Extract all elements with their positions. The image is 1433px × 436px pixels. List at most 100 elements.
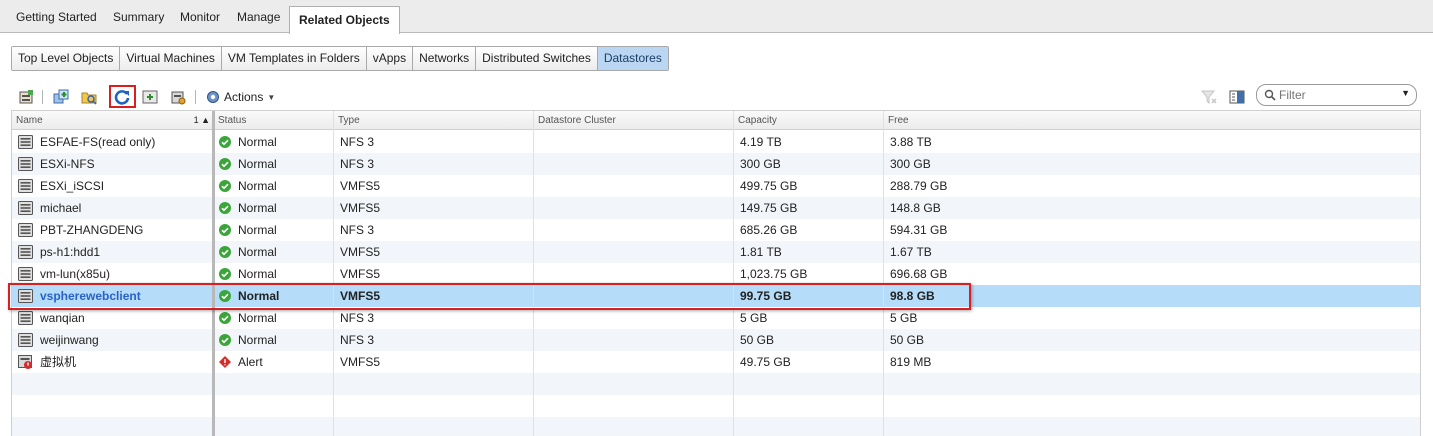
status-text: Normal bbox=[238, 135, 277, 149]
table-row[interactable]: weijinwang Normal NFS 3 50 GB 50 GB bbox=[12, 329, 1420, 351]
capacity-text: 300 GB bbox=[740, 157, 781, 171]
refresh-icon[interactable] bbox=[114, 89, 130, 105]
normal-status-icon bbox=[219, 268, 231, 280]
datastores-grid: Name 1 ▲ Status Type Datastore Cluster C… bbox=[11, 110, 1421, 436]
status-text: Normal bbox=[238, 201, 277, 215]
datastore-name[interactable]: PBT-ZHANGDENG bbox=[40, 219, 143, 241]
type-text: VMFS5 bbox=[340, 201, 381, 215]
status-text: Alert bbox=[238, 355, 263, 369]
empty-row bbox=[12, 395, 1420, 417]
type-text: VMFS5 bbox=[340, 245, 381, 259]
column-header-name[interactable]: Name 1 ▲ bbox=[12, 111, 214, 130]
normal-status-icon bbox=[219, 224, 231, 236]
status-text: Normal bbox=[238, 223, 277, 237]
datastore-icon bbox=[18, 179, 33, 193]
actions-menu-button[interactable]: Actions ▼ bbox=[205, 89, 275, 105]
sort-indicator: 1 ▲ bbox=[193, 115, 210, 125]
datastore-name[interactable]: ps-h1:hdd1 bbox=[40, 241, 100, 263]
table-row[interactable]: wanqian Normal NFS 3 5 GB 5 GB bbox=[12, 307, 1420, 329]
subtab-datastores[interactable]: Datastores bbox=[597, 47, 668, 70]
subtab-distributed-switches[interactable]: Distributed Switches bbox=[476, 47, 598, 70]
type-text: NFS 3 bbox=[340, 135, 375, 149]
free-text: 148.8 GB bbox=[890, 201, 941, 215]
table-row[interactable]: michael Normal VMFS5 149.75 GB 148.8 GB bbox=[12, 197, 1420, 219]
toolbar-separator bbox=[42, 90, 43, 104]
free-text: 288.79 GB bbox=[890, 179, 948, 193]
datastore-name[interactable]: ESXi_iSCSI bbox=[40, 175, 104, 197]
subtab-networks[interactable]: Networks bbox=[413, 47, 477, 70]
tab-getting-started[interactable]: Getting Started bbox=[16, 10, 97, 24]
datastore-icon bbox=[18, 201, 33, 215]
type-text: NFS 3 bbox=[340, 157, 375, 171]
column-header-type[interactable]: Type bbox=[334, 111, 534, 130]
table-row[interactable]: ESXi-NFS Normal NFS 3 300 GB 300 GB bbox=[12, 153, 1420, 175]
datastore-name[interactable]: vm-lun(x85u) bbox=[40, 263, 110, 285]
normal-status-icon bbox=[219, 180, 231, 192]
capacity-text: 4.19 TB bbox=[740, 135, 782, 149]
capacity-text: 49.75 GB bbox=[740, 355, 791, 369]
tab-manage[interactable]: Manage bbox=[237, 10, 280, 24]
browse-files-icon[interactable] bbox=[81, 89, 97, 105]
datastore-name[interactable]: weijinwang bbox=[40, 329, 99, 351]
normal-status-icon bbox=[219, 246, 231, 258]
tab-monitor[interactable]: Monitor bbox=[180, 10, 220, 24]
column-header-capacity[interactable]: Capacity bbox=[734, 111, 884, 130]
selected-row-highlight bbox=[8, 283, 971, 310]
show-hide-columns-icon[interactable] bbox=[1229, 89, 1245, 105]
datastore-name[interactable]: michael bbox=[40, 197, 81, 219]
table-row[interactable]: vm-lun(x85u) Normal VMFS5 1,023.75 GB 696.68… bbox=[12, 263, 1420, 285]
column-header-datastore-cluster[interactable]: Datastore Cluster bbox=[534, 111, 734, 130]
column-divider bbox=[883, 111, 884, 436]
column-divider[interactable] bbox=[212, 111, 215, 436]
column-header-free[interactable]: Free bbox=[884, 111, 1420, 130]
datastore-name[interactable]: wanqian bbox=[40, 307, 85, 329]
status-text: Normal bbox=[238, 267, 277, 281]
new-datastore-icon[interactable] bbox=[18, 89, 34, 105]
free-text: 5 GB bbox=[890, 311, 918, 325]
table-row[interactable]: 虚拟机 Alert VMFS5 49.75 GB 819 MB bbox=[12, 351, 1420, 373]
empty-row bbox=[12, 373, 1420, 395]
sub-tab-bar: Top Level Objects Virtual Machines VM Te… bbox=[11, 46, 669, 71]
normal-status-icon bbox=[219, 158, 231, 170]
free-text: 50 GB bbox=[890, 333, 925, 347]
type-text: NFS 3 bbox=[340, 223, 375, 237]
grid-header: Name 1 ▲ Status Type Datastore Cluster C… bbox=[12, 111, 1420, 130]
table-row[interactable]: ESFAE-FS(read only) Normal NFS 3 4.19 TB 3.8… bbox=[12, 131, 1420, 153]
tab-summary[interactable]: Summary bbox=[113, 10, 164, 24]
tab-related-objects[interactable]: Related Objects bbox=[289, 6, 400, 34]
datastore-name[interactable]: ESFAE-FS(read only) bbox=[40, 131, 155, 153]
capacity-text: 685.26 GB bbox=[740, 223, 798, 237]
free-text: 819 MB bbox=[890, 355, 932, 369]
column-header-status[interactable]: Status bbox=[214, 111, 334, 130]
column-name-label: Name bbox=[16, 115, 43, 126]
subtab-top-level-objects[interactable]: Top Level Objects bbox=[12, 47, 121, 70]
column-divider bbox=[533, 111, 534, 436]
table-row[interactable]: ESXi_iSCSI Normal VMFS5 499.75 GB 288.79 GB bbox=[12, 175, 1420, 197]
normal-status-icon bbox=[219, 334, 231, 346]
subtab-vapps[interactable]: vApps bbox=[366, 47, 414, 70]
filter-input-box[interactable]: ▼ bbox=[1256, 84, 1417, 106]
free-text: 594.31 GB bbox=[890, 223, 948, 237]
table-row[interactable]: PBT-ZHANGDENG Normal NFS 3 685.26 GB 594.31 … bbox=[12, 219, 1420, 241]
actions-label: Actions bbox=[224, 90, 264, 104]
gear-icon bbox=[207, 91, 219, 103]
empty-row bbox=[12, 417, 1420, 436]
datastore-name[interactable]: 虚拟机 bbox=[40, 351, 76, 373]
capacity-text: 1,023.75 GB bbox=[740, 267, 808, 281]
column-divider bbox=[333, 111, 334, 436]
increase-capacity-icon[interactable] bbox=[142, 89, 158, 105]
clear-filter-icon[interactable] bbox=[1201, 89, 1217, 105]
manage-storage-icon[interactable] bbox=[170, 89, 186, 105]
filter-dropdown-icon[interactable]: ▼ bbox=[1401, 88, 1410, 98]
subtab-vm-templates[interactable]: VM Templates in Folders bbox=[221, 47, 367, 70]
type-text: NFS 3 bbox=[340, 311, 375, 325]
status-text: Normal bbox=[238, 311, 277, 325]
type-text: NFS 3 bbox=[340, 333, 375, 347]
register-vm-icon[interactable] bbox=[53, 89, 69, 105]
datastore-icon bbox=[18, 223, 33, 237]
filter-input[interactable] bbox=[1279, 87, 1391, 103]
datastore-name[interactable]: ESXi-NFS bbox=[40, 153, 95, 175]
normal-status-icon bbox=[219, 202, 231, 214]
table-row[interactable]: ps-h1:hdd1 Normal VMFS5 1.81 TB 1.67 TB bbox=[12, 241, 1420, 263]
subtab-virtual-machines[interactable]: Virtual Machines bbox=[120, 47, 222, 70]
